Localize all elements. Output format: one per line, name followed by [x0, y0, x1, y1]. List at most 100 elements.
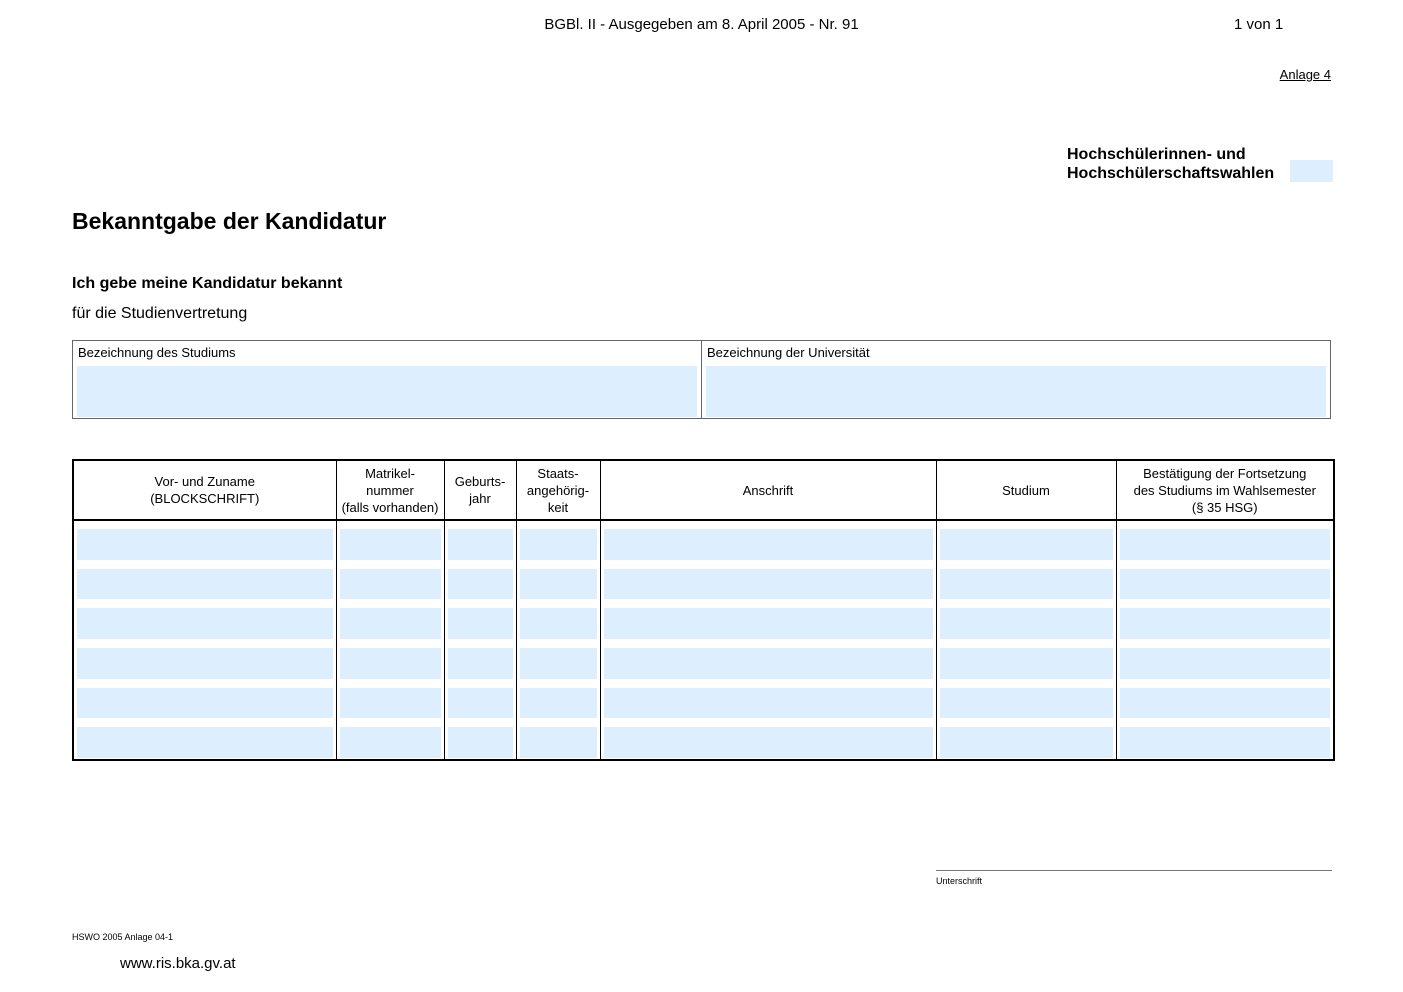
confirmation-input[interactable]: [1119, 568, 1330, 600]
table-cell-confirmation: [1115, 719, 1334, 760]
table-cell-matriculation: [335, 719, 444, 760]
table-cell-birth-year: [443, 639, 516, 680]
column-header-line: Staats-: [537, 465, 579, 481]
table-row: [73, 719, 1334, 760]
study-input[interactable]: [939, 687, 1113, 719]
study-name-input[interactable]: [77, 366, 697, 417]
table-row: [73, 520, 1334, 561]
matriculation-input[interactable]: [339, 727, 441, 758]
page-title: Bekanntgabe der Kandidatur: [72, 208, 387, 234]
column-header-confirmation: Bestätigung der Fortsetzung des Studiums …: [1115, 460, 1334, 521]
column-header-matriculation: Matrikel-nummer (falls vorhanden): [335, 460, 444, 521]
birth-year-input[interactable]: [447, 568, 513, 600]
matriculation-input[interactable]: [339, 568, 441, 600]
birth-year-input[interactable]: [447, 687, 513, 719]
study-input[interactable]: [939, 608, 1113, 639]
confirmation-input[interactable]: [1119, 727, 1330, 758]
confirmation-input[interactable]: [1119, 529, 1330, 560]
address-input[interactable]: [603, 568, 933, 600]
column-header-line: (BLOCKSCHRIFT): [150, 491, 260, 506]
table-cell-nationality: [515, 520, 600, 561]
name-input[interactable]: [77, 529, 333, 560]
table-cell-address: [599, 520, 936, 561]
nationality-input[interactable]: [519, 529, 597, 560]
table-row: [73, 639, 1334, 680]
matriculation-input[interactable]: [339, 647, 441, 679]
name-input[interactable]: [77, 647, 333, 679]
confirmation-input[interactable]: [1119, 687, 1330, 719]
table-cell-address: [599, 560, 936, 601]
table-row: [73, 679, 1334, 720]
study-input[interactable]: [939, 727, 1113, 758]
table-cell-matriculation: [335, 679, 444, 720]
table-cell-study: [935, 719, 1116, 760]
election-label-line-2: Hochschülerschaftswahlen: [1067, 165, 1275, 182]
table-cell-matriculation: [335, 639, 444, 680]
column-header-line: (falls vorhanden): [341, 499, 439, 515]
column-header-line: Studium: [1002, 482, 1050, 498]
form-code: HSWO 2005 Anlage 04-1: [72, 932, 174, 942]
confirmation-input[interactable]: [1119, 608, 1330, 639]
matriculation-input[interactable]: [339, 687, 441, 719]
confirmation-input[interactable]: [1119, 647, 1330, 679]
name-input[interactable]: [77, 608, 333, 639]
nationality-input[interactable]: [519, 568, 597, 600]
election-checkbox-field[interactable]: [1290, 160, 1333, 182]
column-header-birth-year: Geburts-jahr: [443, 460, 516, 521]
table-cell-address: [599, 719, 936, 760]
table-cell-nationality: [515, 679, 600, 720]
table-cell-name: [73, 520, 336, 561]
nationality-input[interactable]: [519, 687, 597, 719]
birth-year-input[interactable]: [447, 608, 513, 639]
matriculation-input[interactable]: [339, 529, 441, 560]
study-university-fields: Bezeichnung des Studiums Bezeichnung der…: [72, 340, 1331, 419]
name-input[interactable]: [77, 568, 333, 600]
column-header-study: Studium: [935, 460, 1116, 521]
birth-year-input[interactable]: [447, 727, 513, 758]
university-field-label: Bezeichnung der Universität: [707, 345, 870, 360]
table-cell-birth-year: [443, 520, 516, 561]
address-input[interactable]: [603, 687, 933, 719]
birth-year-input[interactable]: [447, 647, 513, 679]
form-subtitle: Ich gebe meine Kandidatur bekannt: [72, 275, 343, 292]
study-input[interactable]: [939, 568, 1113, 600]
column-header-line: jahr: [469, 491, 491, 506]
column-header-line: des Studiums im Wahlsemester: [1133, 482, 1316, 498]
candidate-table: Vor- und Zuname (BLOCKSCHRIFT) Matrikel-nu…: [72, 459, 1335, 761]
column-header-line: nummer: [366, 482, 414, 498]
table-row: [73, 560, 1334, 601]
table-cell-matriculation: [335, 520, 444, 561]
table-header-row: Vor- und Zuname (BLOCKSCHRIFT) Matrikel-nu…: [73, 460, 1334, 521]
address-input[interactable]: [603, 529, 933, 560]
election-label: Hochschülerinnen- und Hochschülerschafts…: [1067, 145, 1274, 183]
table-cell-name: [73, 719, 336, 760]
birth-year-input[interactable]: [447, 529, 513, 560]
column-header-line: Bestätigung der Fortsetzung: [1143, 465, 1307, 481]
nationality-input[interactable]: [519, 647, 597, 679]
study-input[interactable]: [939, 529, 1113, 560]
table-cell-confirmation: [1115, 600, 1334, 640]
name-input[interactable]: [77, 687, 333, 719]
address-input[interactable]: [603, 727, 933, 758]
university-field-group: Bezeichnung der Universität: [701, 341, 1330, 418]
study-input[interactable]: [939, 647, 1113, 679]
table-cell-birth-year: [443, 600, 516, 640]
column-header-name: Vor- und Zuname (BLOCKSCHRIFT): [73, 460, 336, 521]
table-cell-name: [73, 561, 336, 601]
table-cell-study: [935, 560, 1116, 601]
address-input[interactable]: [603, 647, 933, 679]
university-name-input[interactable]: [706, 366, 1326, 417]
nationality-input[interactable]: [519, 608, 597, 639]
nationality-input[interactable]: [519, 727, 597, 758]
column-header-address: Anschrift: [599, 460, 936, 521]
name-input[interactable]: [77, 727, 333, 758]
column-header-line: Vor- und Zuname: [154, 474, 255, 489]
column-header-line: Anschrift: [742, 482, 794, 498]
signature-label: Unterschrift: [936, 876, 983, 886]
table-cell-name: [73, 600, 336, 640]
table-cell-study: [935, 639, 1116, 680]
table-cell-confirmation: [1115, 639, 1334, 680]
matriculation-input[interactable]: [339, 608, 441, 639]
address-input[interactable]: [603, 608, 933, 639]
study-field-label: Bezeichnung des Studiums: [78, 345, 236, 360]
